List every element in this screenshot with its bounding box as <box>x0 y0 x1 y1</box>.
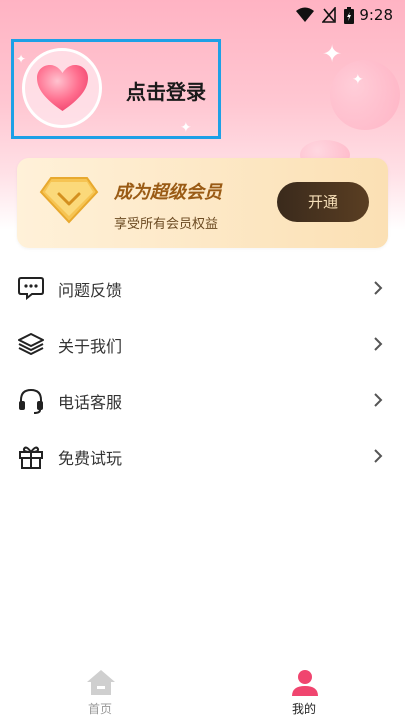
menu-item-about[interactable]: 关于我们 <box>0 316 405 372</box>
login-link[interactable]: 点击登录 <box>126 76 206 105</box>
chevron-right-icon <box>374 393 383 407</box>
gift-icon <box>19 446 43 469</box>
menu-label: 免费试玩 <box>58 449 123 468</box>
vip-subtitle: 享受所有会员权益 <box>114 217 219 232</box>
heart-icon <box>37 65 88 111</box>
bottom-tab-bar: 首页 我的 <box>0 662 405 720</box>
tab-mine-label: 我的 <box>291 702 316 716</box>
vip-open-button[interactable]: 开通 <box>277 182 369 222</box>
menu-label: 电话客服 <box>58 393 123 412</box>
tab-home-label: 首页 <box>87 702 112 716</box>
avatar[interactable] <box>22 48 102 128</box>
tab-home[interactable]: 首页 <box>40 662 160 720</box>
vip-card[interactable]: 成为超级会员 享受所有会员权益 开通 <box>17 158 388 248</box>
sparkle-icon: ✦ <box>322 40 343 68</box>
chevron-right-icon <box>374 337 383 351</box>
menu-item-phone-service[interactable]: 电话客服 <box>0 372 405 428</box>
status-time: 9:28 <box>359 6 393 24</box>
battery-icon <box>344 7 354 24</box>
vip-title: 成为超级会员 <box>114 182 222 203</box>
feedback-icon <box>18 277 44 300</box>
home-icon <box>87 670 115 695</box>
chevron-right-icon <box>374 281 383 295</box>
status-bar: 9:28 <box>0 0 405 30</box>
menu-item-free-trial[interactable]: 免费试玩 <box>0 428 405 484</box>
menu-label: 关于我们 <box>58 337 123 356</box>
vip-diamond-icon <box>39 177 99 224</box>
menu-label: 问题反馈 <box>58 281 123 300</box>
chevron-right-icon <box>374 449 383 463</box>
person-icon <box>292 670 318 696</box>
sparkle-icon: ✦ <box>352 72 364 88</box>
layers-icon <box>18 333 44 355</box>
headset-icon <box>19 388 43 414</box>
wifi-icon <box>296 7 314 22</box>
decor-bubble <box>330 60 400 130</box>
tab-mine[interactable]: 我的 <box>244 662 364 720</box>
signal-icon <box>322 7 336 23</box>
menu-item-feedback[interactable]: 问题反馈 <box>0 260 405 316</box>
